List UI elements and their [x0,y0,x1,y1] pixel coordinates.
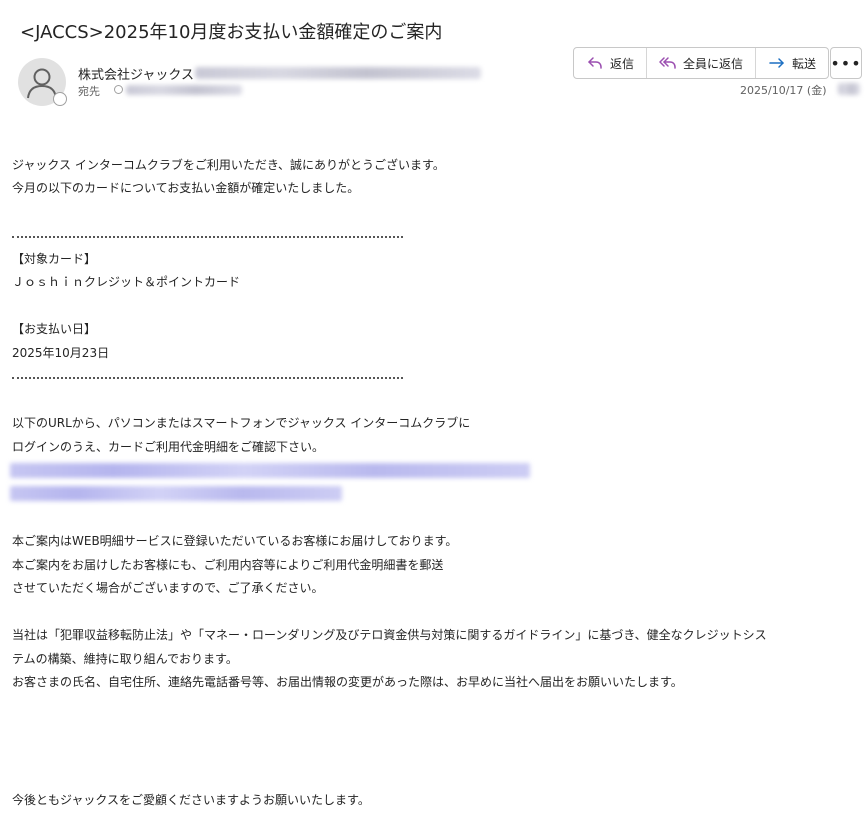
message-actions: 返信 全員に返信 転送 [573,47,830,79]
presence-indicator [53,92,67,106]
reply-label: 返信 [610,56,635,71]
compliance-line-1: 当社は「犯罪収益移転防止法」や「マネー・ローンダリング及びテロ資金供与対策に関す… [12,628,767,642]
to-label: 宛先 [78,85,100,98]
compliance-line-3: お客さまの氏名、自宅住所、連絡先電話番号等、お届出情報の変更があった際は、お早め… [12,675,683,689]
compliance-line-2: テムの構築、維持に取り組んでおります。 [12,652,238,666]
card-heading: 【対象カード】 [12,252,97,266]
reply-all-button[interactable]: 全員に返信 [646,48,755,78]
received-date: 2025/10/17 (金) [740,84,827,97]
email-subject: <JACCS>2025年10月度お支払い金額確定のご案内 [20,22,443,43]
reply-arrow-icon [588,57,602,69]
body-intro-line-1: ジャックス インターコムクラブをご利用いただき、誠にありがとうございます。 [12,158,445,172]
sender-name[interactable]: 株式会社ジャックス [78,64,194,83]
more-actions-button[interactable]: ••• [830,47,862,79]
reply-all-label: 全員に返信 [683,56,744,71]
notice-line-2: 本ご案内をお届けしたお客様にも、ご利用内容等によりご利用代金明細書を郵送 [12,558,444,572]
reply-all-arrow-icon [659,57,676,69]
forward-button[interactable]: 転送 [755,48,828,78]
url-instruction-line-2: ログインのうえ、カードご利用代金明細をご確認下さい。 [12,440,325,454]
reply-button[interactable]: 返信 [574,48,646,78]
dotted-divider-top [12,236,403,238]
received-time-redacted [838,83,860,95]
notice-line-1: 本ご案内はWEB明細サービスに登録いただいているお客様にお届けしております。 [12,534,458,548]
recipient-redacted[interactable] [126,85,242,95]
forward-arrow-icon [769,58,784,68]
sender-email-redacted [195,67,481,79]
ellipsis-icon: ••• [830,53,862,73]
login-link-redacted-line-1[interactable] [10,463,530,478]
forward-label: 転送 [792,56,817,71]
payment-date: 2025年10月23日 [12,346,110,360]
card-name: Ｊｏｓｈｉｎクレジット＆ポイントカード [12,275,241,289]
payment-date-heading: 【お支払い日】 [12,322,97,336]
body-intro-line-2: 今月の以下のカードについてお支払い金額が確定いたしました。 [12,181,360,195]
closing-line: 今後ともジャックスをご愛顧くださいますようお願いいたします。 [12,793,370,807]
notice-line-3: させていただく場合がございますので、ご了承ください。 [12,581,324,595]
recipient-presence-dot [114,85,123,94]
url-instruction-line-1: 以下のURLから、パソコンまたはスマートフォンでジャックス インターコムクラブに [12,416,471,430]
login-link-redacted-line-2[interactable] [10,486,342,501]
dotted-divider-bottom [12,377,403,379]
